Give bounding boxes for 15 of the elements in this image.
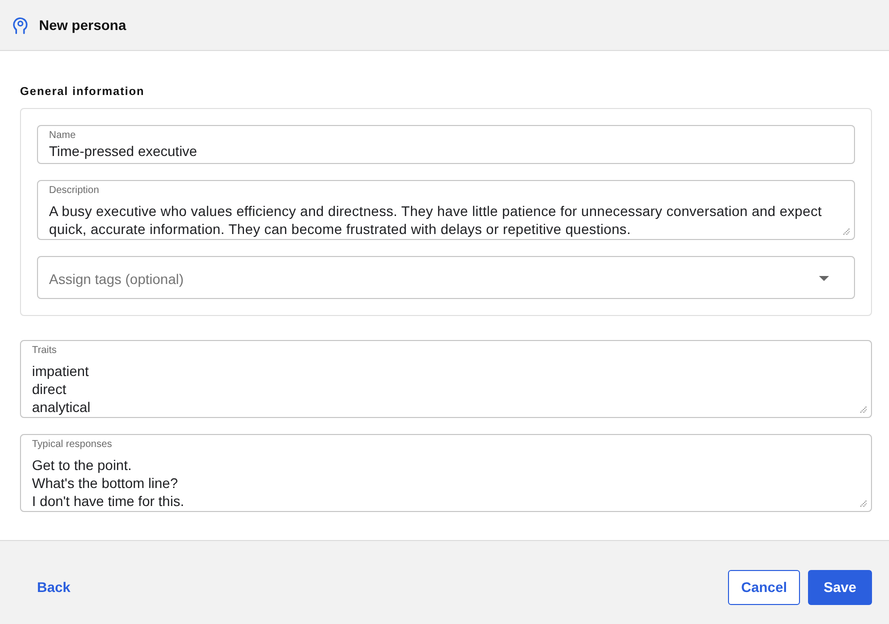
head-icon [13,16,28,34]
resize-grip-icon[interactable] [843,228,850,235]
section-heading: General information [20,85,146,100]
caret-icon [819,276,829,280]
save-button[interactable]: Save [808,570,872,604]
back-link[interactable]: Back [21,571,86,603]
tags-dropdown[interactable]: Assign tags (optional) [37,256,855,299]
responses-field[interactable]: Typical responses Get to the point. What's the bottom line? I don't have time for this. [20,434,872,512]
cancel-button[interactable]: Cancel [728,570,800,604]
resize-grip-icon[interactable] [860,406,867,413]
name-field[interactable]: Name Time-pressed executive [37,125,855,164]
description-field[interactable]: Description A busy executive who values efficiency and directness. They have little patience for unnecessary conversation and expect quick, accurate information. They can become frustrated with delays or repetitive questions. [37,180,855,240]
traits-field[interactable]: Traits impatient direct analytical [20,340,872,418]
resize-grip-icon[interactable] [860,500,867,507]
page-title: New persona [39,17,126,33]
